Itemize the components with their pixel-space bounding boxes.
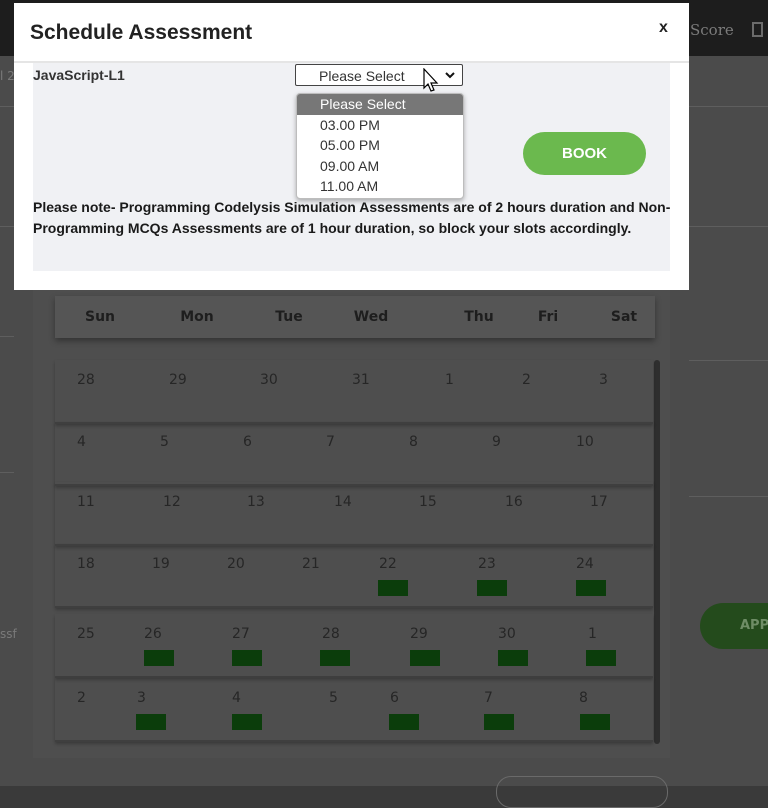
time-slot-select-value: Please Select: [319, 68, 405, 84]
calendar-day[interactable]: 3: [137, 690, 146, 706]
available-slot-marker[interactable]: [586, 650, 616, 666]
calendar-day[interactable]: 19: [152, 556, 170, 572]
weekday-label: Mon: [180, 309, 214, 325]
calendar-day[interactable]: 13: [247, 494, 265, 510]
calendar-day[interactable]: 28: [322, 626, 340, 642]
divider: [689, 226, 768, 227]
calendar: Sun Mon Tue Wed Thu Fri Sat 28 29 30 31 1 2 3 4 5 6 7 8 9 10…: [33, 288, 670, 758]
close-button[interactable]: x: [659, 19, 668, 37]
calendar-day[interactable]: 7: [326, 434, 335, 450]
calendar-day[interactable]: 29: [169, 372, 187, 388]
calendar-week-row: [55, 482, 653, 546]
time-slot-option[interactable]: Please Select: [297, 94, 463, 115]
calendar-day[interactable]: 22: [379, 556, 397, 572]
calendar-day[interactable]: 4: [232, 690, 241, 706]
calendar-day[interactable]: 8: [579, 690, 588, 706]
calendar-day[interactable]: 5: [160, 434, 169, 450]
background-text-fragment: l 2: [0, 69, 15, 83]
weekday-label: Sun: [84, 309, 116, 325]
divider: [0, 472, 14, 473]
duration-note: Please note- Programming Codelysis Simul…: [33, 199, 671, 236]
mouse-cursor-icon: [423, 68, 439, 92]
calendar-day[interactable]: 10: [576, 434, 594, 450]
available-slot-marker[interactable]: [477, 580, 507, 596]
calendar-day[interactable]: 2: [77, 690, 86, 706]
weekday-label: Thu: [464, 309, 494, 325]
calendar-day[interactable]: 6: [243, 434, 252, 450]
divider: [689, 106, 768, 107]
divider: [689, 496, 768, 497]
calendar-week-row: [55, 544, 653, 608]
calendar-day[interactable]: 5: [329, 690, 338, 706]
background-button[interactable]: [496, 776, 668, 808]
available-slot-marker[interactable]: [484, 714, 514, 730]
calendar-day[interactable]: 1: [445, 372, 454, 388]
chevron-down-icon: [445, 72, 455, 79]
calendar-day[interactable]: 14: [334, 494, 352, 510]
calendar-day[interactable]: 21: [302, 556, 320, 572]
calendar-day[interactable]: 2: [522, 372, 531, 388]
calendar-day[interactable]: 7: [484, 690, 493, 706]
available-slot-marker[interactable]: [144, 650, 174, 666]
calendar-day[interactable]: 11: [77, 494, 95, 510]
time-slot-option[interactable]: 09.00 AM: [297, 156, 463, 177]
calendar-day[interactable]: 12: [163, 494, 181, 510]
divider: [0, 106, 14, 107]
calendar-day[interactable]: 31: [352, 372, 370, 388]
weekday-label: Sat: [610, 309, 638, 325]
assessment-name: JavaScript-L1: [33, 67, 125, 83]
background-text-fragment: ssf: [0, 627, 17, 641]
calendar-day[interactable]: 25: [77, 626, 95, 642]
weekday-label: Fri: [537, 309, 559, 325]
available-slot-marker[interactable]: [320, 650, 350, 666]
calendar-day[interactable]: 8: [409, 434, 418, 450]
divider: [0, 226, 14, 227]
available-slot-marker[interactable]: [498, 650, 528, 666]
weekday-label: Wed: [353, 309, 389, 325]
book-button[interactable]: BOOK: [523, 132, 646, 175]
calendar-day[interactable]: 9: [492, 434, 501, 450]
calendar-scrollbar[interactable]: [654, 360, 660, 744]
calendar-day[interactable]: 6: [390, 690, 399, 706]
calendar-week-row: [55, 360, 653, 424]
score-link[interactable]: Score: [690, 21, 734, 39]
calendar-day[interactable]: 4: [77, 434, 86, 450]
time-slot-option[interactable]: 05.00 PM: [297, 135, 463, 156]
calendar-day[interactable]: 28: [77, 372, 95, 388]
calendar-day[interactable]: 30: [498, 626, 516, 642]
time-slot-option[interactable]: 03.00 PM: [297, 115, 463, 136]
calendar-day[interactable]: 16: [505, 494, 523, 510]
weekday-label: Tue: [275, 309, 303, 325]
calendar-day[interactable]: 20: [227, 556, 245, 572]
calendar-day[interactable]: 30: [260, 372, 278, 388]
calendar-week-row: [55, 614, 653, 678]
time-slot-options: Please Select 03.00 PM 05.00 PM 09.00 AM 11.…: [296, 93, 464, 199]
available-slot-marker[interactable]: [576, 580, 606, 596]
divider: [689, 360, 768, 361]
calendar-week-row: [55, 678, 653, 742]
calendar-day[interactable]: 29: [410, 626, 428, 642]
available-slot-marker[interactable]: [410, 650, 440, 666]
modal-title: Schedule Assessment: [30, 21, 253, 44]
available-slot-marker[interactable]: [580, 714, 610, 730]
calendar-day[interactable]: 27: [232, 626, 250, 642]
calendar-day[interactable]: 23: [478, 556, 496, 572]
available-slot-marker[interactable]: [232, 714, 262, 730]
calendar-day[interactable]: 15: [419, 494, 437, 510]
available-slot-marker[interactable]: [378, 580, 408, 596]
calendar-day[interactable]: 24: [576, 556, 594, 572]
calendar-day[interactable]: 26: [144, 626, 162, 642]
calendar-day[interactable]: 18: [77, 556, 95, 572]
available-slot-marker[interactable]: [232, 650, 262, 666]
calendar-day[interactable]: 3: [599, 372, 608, 388]
divider: [0, 336, 14, 337]
calendar-week-row: [55, 422, 653, 486]
calendar-day[interactable]: 17: [590, 494, 608, 510]
calendar-day[interactable]: 1: [588, 626, 597, 642]
time-slot-option[interactable]: 11.00 AM: [297, 176, 463, 197]
apply-button[interactable]: APP: [700, 603, 768, 649]
document-icon[interactable]: [752, 22, 763, 37]
available-slot-marker[interactable]: [389, 714, 419, 730]
available-slot-marker[interactable]: [136, 714, 166, 730]
